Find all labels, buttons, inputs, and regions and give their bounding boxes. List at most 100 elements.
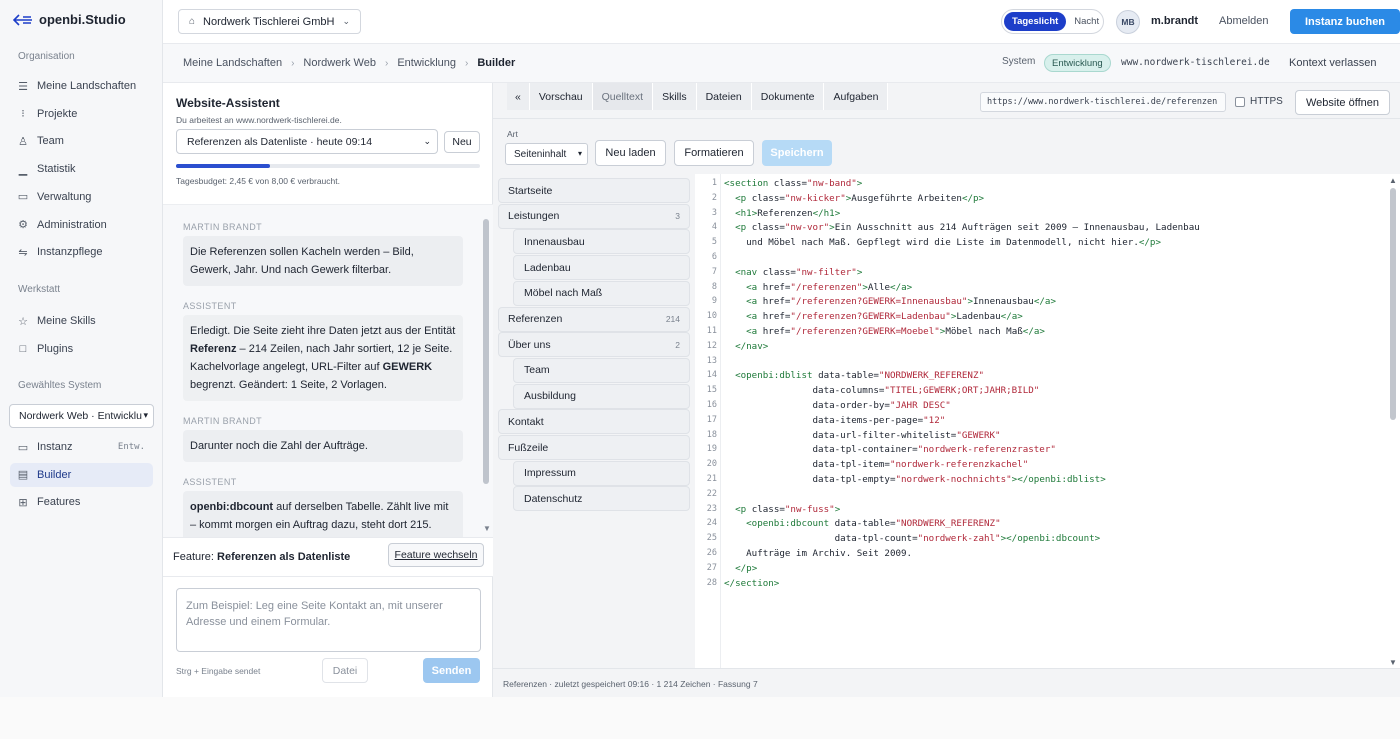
theme-toggle[interactable]: Tageslicht Nacht [1001, 9, 1104, 34]
scroll-down-icon[interactable]: ▼ [483, 524, 491, 533]
sidebar-item-statistik[interactable]: ▁ Statistik [10, 157, 153, 181]
sidebar-item-verwaltung[interactable]: ▭ Verwaltung [10, 185, 153, 209]
tenant-select[interactable]: ⌂ Nordwerk Tischlerei GmbH ⌄ [178, 9, 362, 34]
tree-item-ausbildung[interactable]: Ausbildung [513, 383, 690, 409]
collapse-button[interactable]: « [507, 83, 530, 110]
breadcrumb-current: Builder [477, 57, 516, 69]
code-line: data-items-per-page="12" [724, 414, 946, 426]
code-line: <openbi:dblist data-table="NORDWERK_REFE… [735, 370, 985, 382]
code-editor[interactable]: 1 2 3 4 5 6 7 8 9 10 11 12 13 14 15 16 17 18 19 20 21 22 23 24 2… [695, 174, 1400, 668]
conversation-select-value: Referenzen als Datenliste · heute 09:14 [187, 135, 373, 148]
theme-day-option[interactable]: Tageslicht [1004, 12, 1067, 31]
https-toggle[interactable]: HTTPS [1235, 96, 1283, 107]
save-button[interactable]: Speichern [762, 140, 832, 166]
line-number: 6 [711, 252, 717, 262]
line-number: 15 [706, 385, 717, 396]
code-line: <p class="nw-vor">Ein Ausschnitt aus 214… [735, 222, 1200, 234]
logout-link[interactable]: Abmelden [1219, 15, 1269, 27]
editor-scrollbar[interactable]: ▲ ▼ [1388, 174, 1398, 668]
chevron-right-icon: › [291, 57, 295, 69]
tree-item-m-bel-nach-ma-[interactable]: Möbel nach Maß [513, 280, 690, 306]
breadcrumb-item[interactable]: Entwicklung [397, 57, 456, 69]
send-button[interactable]: Senden [423, 658, 480, 683]
tree-item-referenzen[interactable]: Referenzen 214 [498, 306, 690, 332]
tab-dokumente[interactable]: Dokumente [751, 83, 825, 110]
tree-item-count: 2 [675, 339, 680, 350]
breadcrumb-bar: Meine Landschaften › Nordwerk Web › Entw… [163, 44, 1400, 83]
line-number: 12 [706, 340, 717, 351]
chevron-down-icon: ▾ [143, 410, 148, 420]
code-line: data-url-filter-whitelist="GEWERK" [724, 429, 1001, 441]
code-line: <h1>Referenzen</h1> [735, 207, 841, 219]
tree-item--ber-uns[interactable]: Über uns 2 [498, 332, 690, 358]
tab-aufgaben[interactable]: Aufgaben [824, 83, 889, 110]
top-bar: ⌂ Nordwerk Tischlerei GmbH ⌄ Tageslicht … [163, 0, 1400, 44]
line-number: 8 [711, 281, 717, 292]
tree-item-startseite[interactable]: Startseite [498, 178, 690, 203]
chat-scrollbar[interactable]: ▼ [483, 219, 491, 533]
code-line: <a href="/referenzen">Alle</a> [746, 281, 913, 293]
sidebar-item-instanz[interactable]: ▭ Instanz Entw. [10, 435, 153, 459]
breadcrumb-item[interactable]: Meine Landschaften [183, 57, 282, 69]
sidebar-item-builder[interactable]: ▤ Builder [10, 462, 153, 487]
conversation-select[interactable]: Referenzen als Datenliste · heute 09:14 … [176, 129, 438, 154]
prompt-input[interactable]: Zum Beispiel: Leg eine Seite Kontakt an,… [176, 588, 481, 652]
chat-scrollbar-thumb[interactable] [483, 219, 489, 484]
user-message: Darunter noch die Zahl der Aufträge. [183, 430, 463, 462]
assistant-subtitle: Du arbeitest an www.nordwerk-tischlerei.… [176, 115, 342, 125]
tab-dateien[interactable]: Dateien [696, 83, 752, 110]
builder-tabbar: « Vorschau Quelltext Skills Dateien Doku… [493, 83, 1400, 119]
reload-button[interactable]: Neu laden [595, 140, 666, 166]
scroll-down-icon[interactable]: ▼ [1389, 658, 1397, 667]
open-website-button[interactable]: Website öffnen [1295, 90, 1390, 115]
sidebar-item-instanzpflege[interactable]: ⇋ Instanzpflege [10, 240, 153, 264]
new-conversation-button[interactable]: Neu [444, 131, 480, 153]
tree-item-impressum[interactable]: Impressum [513, 460, 690, 486]
tree-item-team[interactable]: Team [513, 357, 690, 383]
buy-instance-button[interactable]: Instanz buchen [1290, 9, 1400, 34]
system-select[interactable]: Nordwerk Web · Entwicklu ▾ [9, 404, 154, 428]
sidebar-item-projekte[interactable]: ⁝ Projekte [10, 102, 153, 126]
budget-progress [176, 164, 480, 168]
code-line: Aufträge im Archiv. Seit 2009. [724, 548, 913, 559]
line-number: 26 [706, 548, 717, 558]
code-line: <section class="nw-band"> [724, 178, 863, 189]
tree-item-leistungen[interactable]: Leistungen 3 [498, 203, 690, 229]
tab-vorschau[interactable]: Vorschau [529, 83, 593, 110]
tab-quelltext[interactable]: Quelltext [592, 83, 654, 110]
line-number-gutter: 1 2 3 4 5 6 7 8 9 10 11 12 13 14 15 16 17 18 19 20 21 22 23 24 2… [695, 174, 721, 668]
format-button[interactable]: Formatieren [674, 140, 754, 166]
tree-item-fu-zeile[interactable]: Fußzeile [498, 435, 690, 460]
tree-item-datenschutz[interactable]: Datenschutz [513, 486, 690, 512]
avatar[interactable]: MB [1116, 10, 1140, 34]
exit-context-link[interactable]: Kontext verlassen [1289, 57, 1376, 69]
builder-tabs: « Vorschau Quelltext Skills Dateien Doku… [507, 83, 889, 110]
type-select[interactable]: Seiteninhalt ▾ [505, 143, 588, 165]
builder-toolbar: Art Seiteninhalt ▾ Neu laden Formatieren … [493, 119, 1400, 174]
tab-skills[interactable]: Skills [653, 83, 697, 110]
sidebar-item-plugins[interactable]: □ Plugins [10, 337, 153, 361]
brand-logo[interactable]: openbi.Studio [13, 12, 126, 27]
sidebar-item-administration[interactable]: ⚙ Administration [10, 213, 153, 237]
sidebar-item-meine-landschaften[interactable]: ☰ Meine Landschaften [10, 74, 153, 98]
url-field[interactable]: https://www.nordwerk-tischlerei.de/refer… [980, 92, 1226, 112]
https-checkbox[interactable] [1235, 96, 1245, 107]
theme-night-option[interactable]: Nacht [1066, 16, 1107, 27]
sidebar-item-meine-skills[interactable]: ☆ Meine Skills [10, 309, 153, 333]
switch-feature-button[interactable]: Feature wechseln [388, 543, 484, 567]
line-number: 14 [706, 370, 717, 381]
assistant-title: Website-Assistent [176, 96, 280, 110]
editor-scrollbar-thumb[interactable] [1390, 188, 1396, 420]
attach-file-button[interactable]: Datei [322, 658, 368, 683]
tree-item-innenausbau[interactable]: Innenausbau [513, 229, 690, 255]
code-line: <p class="nw-kicker">Ausgeführte Arbeite… [735, 192, 985, 204]
tree-item-kontakt[interactable]: Kontakt [498, 409, 690, 435]
breadcrumb-item[interactable]: Nordwerk Web [303, 57, 376, 69]
sidebar-item-team[interactable]: ♙ Team [10, 129, 153, 153]
tree-item-ladenbau[interactable]: Ladenbau [513, 255, 690, 281]
chat-history[interactable]: MARTIN BRANDT Die Referenzen sollen Kach… [163, 204, 493, 537]
sidebar-item-features[interactable]: ⊞ Features [10, 490, 153, 514]
scroll-up-icon[interactable]: ▲ [1389, 176, 1397, 185]
message-author: ASSISTENT [183, 477, 237, 487]
tree-item-label: Datenschutz [524, 492, 583, 505]
